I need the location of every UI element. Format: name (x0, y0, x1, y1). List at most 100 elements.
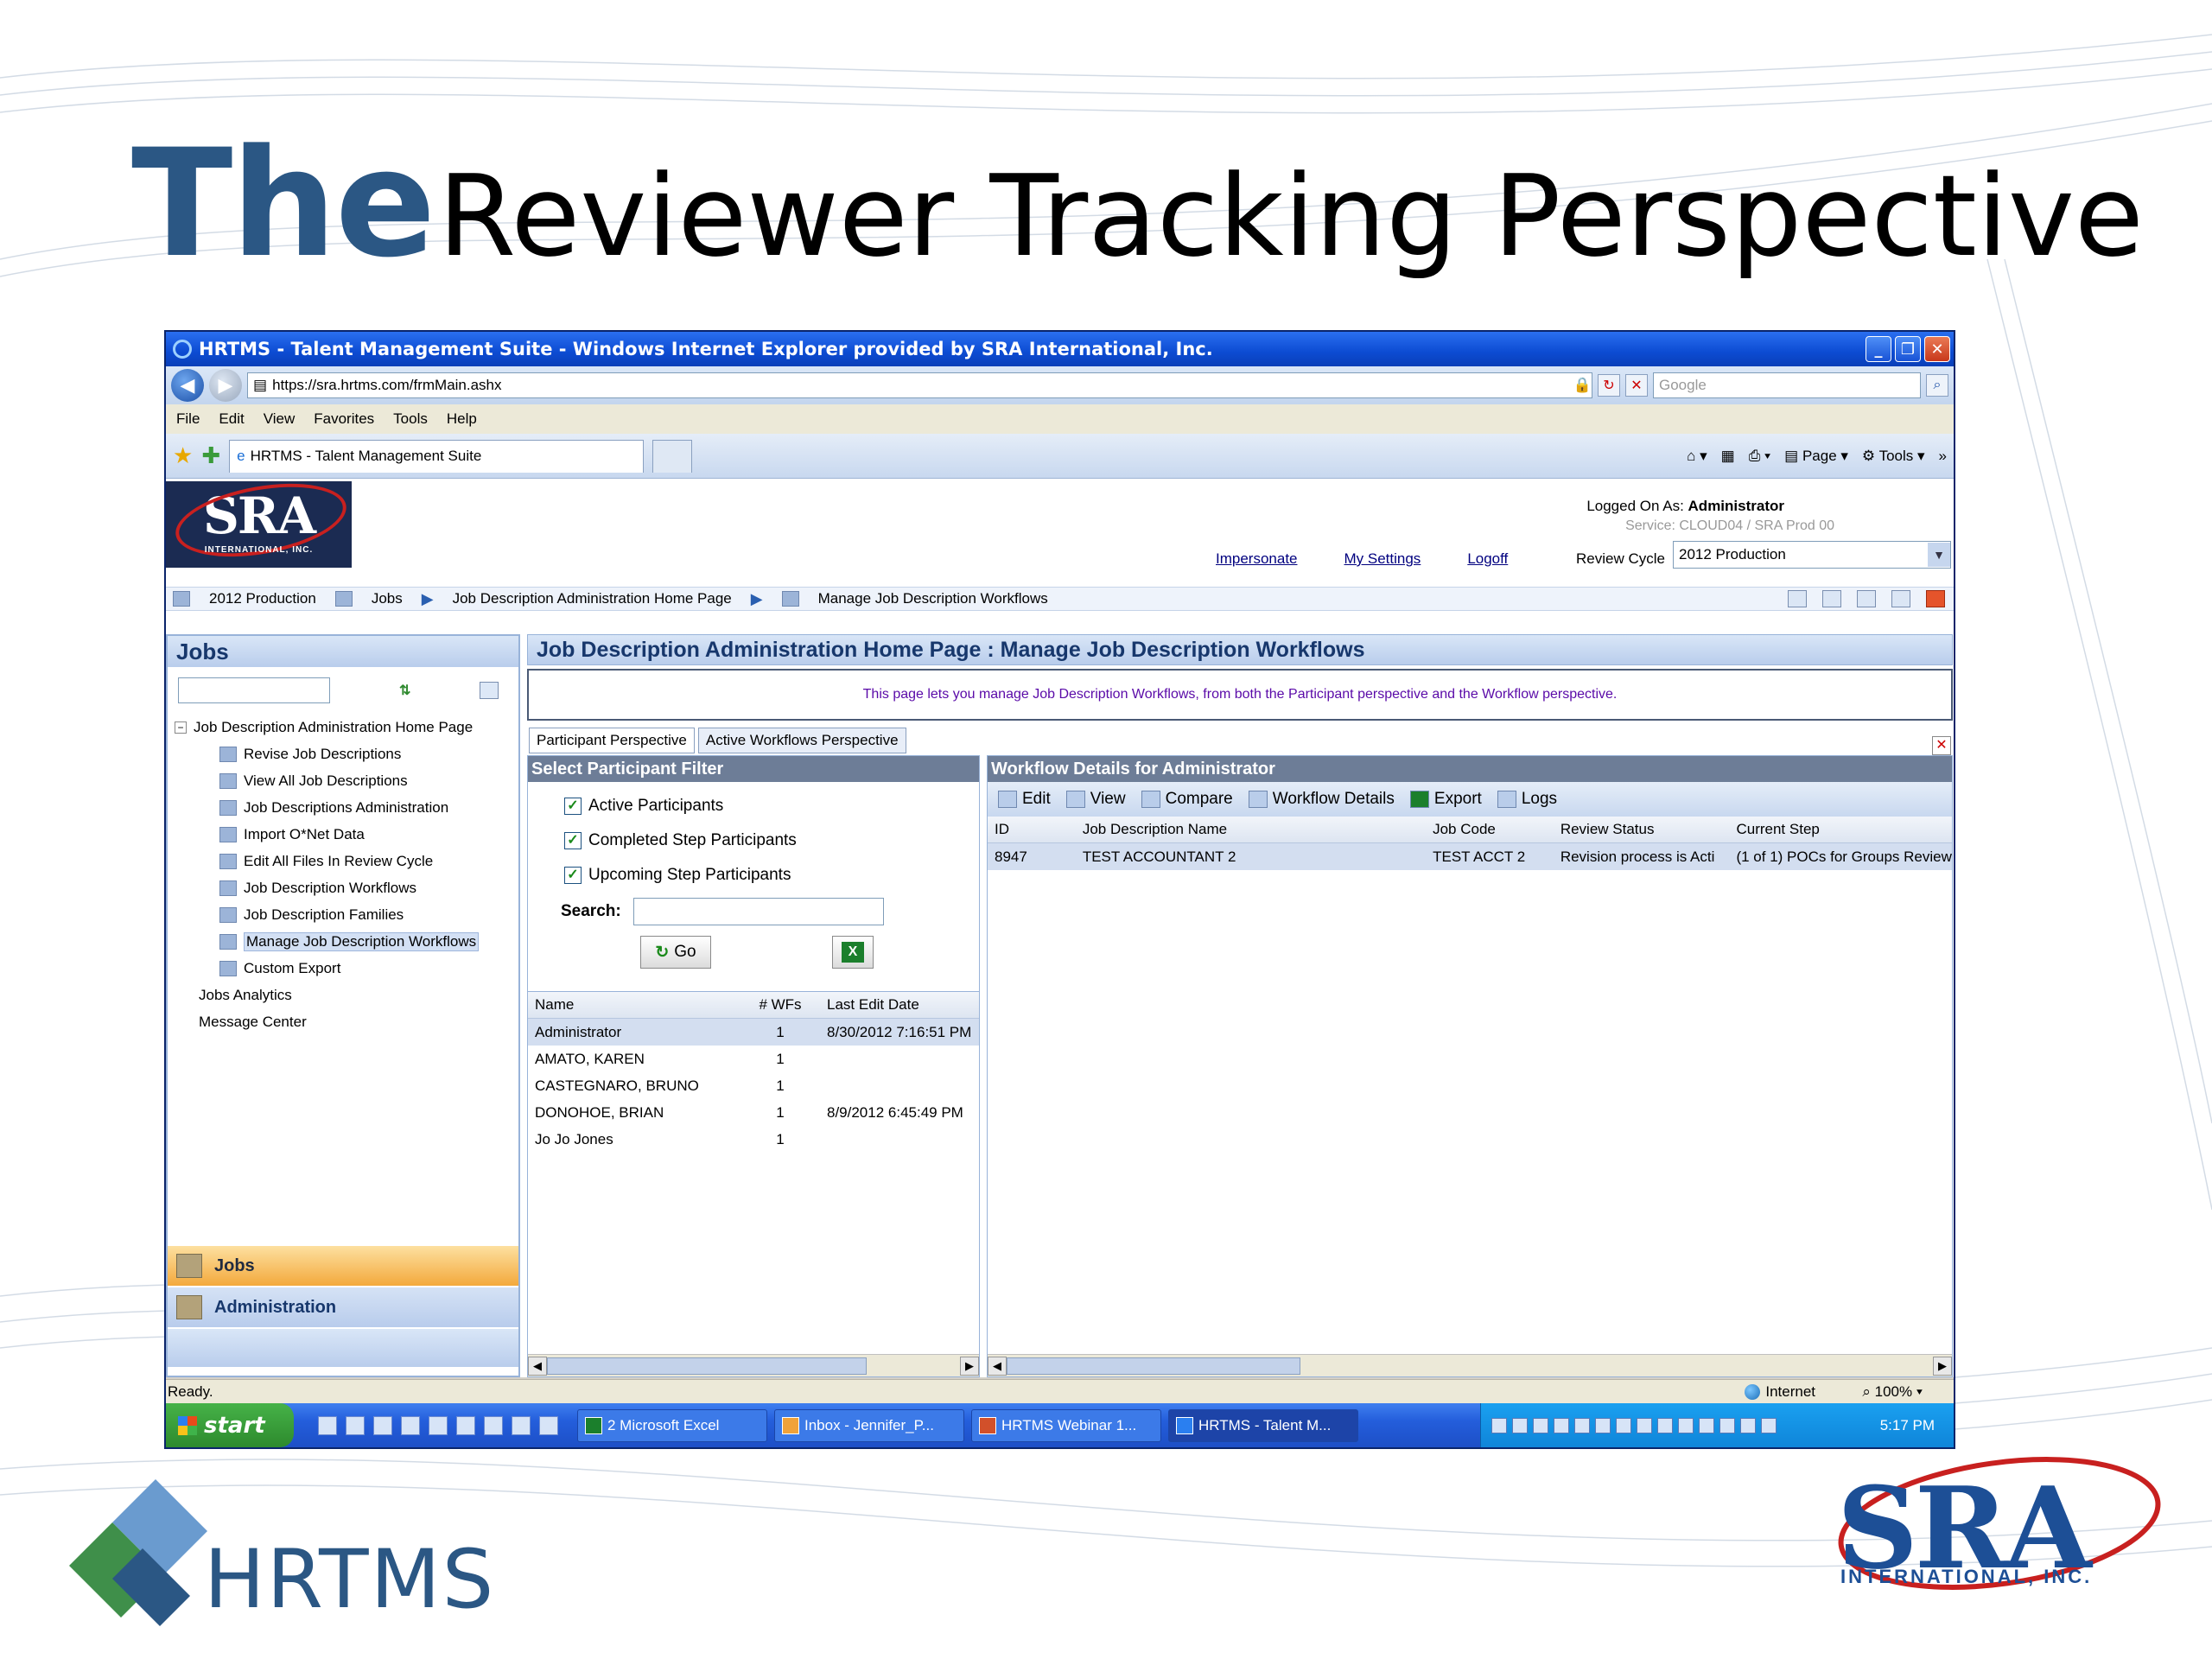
scroll-thumb[interactable] (1007, 1357, 1300, 1375)
tray-icon[interactable] (1678, 1417, 1694, 1433)
url-field[interactable]: ▤ https://sra.hrtms.com/frmMain.ashx 🔒 (247, 372, 1592, 398)
export-button[interactable]: Export (1409, 790, 1482, 809)
panel-icon[interactable] (480, 682, 499, 699)
quicklaunch-icon[interactable] (539, 1415, 558, 1435)
column-header-last-edit[interactable]: Last Edit Date (817, 996, 979, 1014)
quicklaunch-icon[interactable] (318, 1415, 337, 1435)
tree-item[interactable]: Edit All Files In Review Cycle (175, 848, 518, 874)
horizontal-scrollbar[interactable]: ◀ ▶ (528, 1354, 979, 1376)
quicklaunch-icon[interactable] (346, 1415, 365, 1435)
menu-file[interactable]: File (176, 410, 200, 428)
compare-button[interactable]: Compare (1141, 790, 1233, 809)
column-header-review-status[interactable]: Review Status (1555, 821, 1732, 838)
table-row[interactable]: DONOHOE, BRIAN 1 8/9/2012 6:45:49 PM (528, 1099, 979, 1126)
new-tab-button[interactable] (652, 439, 693, 473)
start-button[interactable]: start (166, 1403, 294, 1447)
tray-icon[interactable] (1491, 1417, 1507, 1433)
column-header-id[interactable]: ID (988, 821, 1074, 838)
restore-button[interactable]: ❐ (1895, 336, 1921, 362)
tree-item[interactable]: Job Description Workflows (175, 874, 518, 901)
table-row[interactable]: Administrator 1 8/30/2012 7:16:51 PM (528, 1019, 979, 1046)
favorites-star-icon[interactable]: ★ (173, 442, 193, 469)
tray-icon[interactable] (1616, 1417, 1631, 1433)
quicklaunch-icon[interactable] (484, 1415, 503, 1435)
tray-icon[interactable] (1512, 1417, 1528, 1433)
tree-item[interactable]: Job Description Families (175, 901, 518, 928)
tray-icon[interactable] (1719, 1417, 1735, 1433)
clock[interactable]: 5:17 PM (1880, 1417, 1935, 1434)
tools-menu[interactable]: ⚙ Tools ▾ (1862, 448, 1925, 465)
scroll-right-icon[interactable]: ▶ (1933, 1356, 1952, 1376)
tray-icon[interactable] (1574, 1417, 1590, 1433)
taskbar-powerpoint[interactable]: HRTMS Webinar 1... (971, 1408, 1161, 1442)
tree-item[interactable]: View All Job Descriptions (175, 767, 518, 794)
go-button[interactable]: ↻ Go (640, 936, 711, 969)
close-icon[interactable]: ✕ (1932, 736, 1951, 755)
tab-active-workflows-perspective[interactable]: Active Workflows Perspective (697, 728, 906, 753)
impersonate-link[interactable]: Impersonate (1216, 550, 1298, 568)
participant-search-input[interactable] (632, 898, 884, 925)
menu-view[interactable]: View (264, 410, 296, 428)
table-row[interactable]: CASTEGNARO, BRUNO 1 (528, 1072, 979, 1099)
breadcrumb-jobs[interactable]: Jobs (372, 590, 403, 607)
view-button[interactable]: View (1065, 790, 1126, 809)
nav-jobs[interactable]: Jobs (168, 1246, 518, 1287)
logoff-link[interactable]: Logoff (1467, 550, 1508, 568)
tray-icon[interactable] (1595, 1417, 1611, 1433)
menu-edit[interactable]: Edit (219, 410, 244, 428)
refresh-icon[interactable]: ↻ (1598, 374, 1620, 397)
table-row[interactable]: AMATO, KAREN 1 (528, 1046, 979, 1072)
tree-item[interactable]: Custom Export (175, 955, 518, 982)
forward-button[interactable]: ▶ (209, 369, 242, 402)
feeds-icon[interactable]: ▦ (1721, 448, 1735, 465)
quicklaunch-icon[interactable] (429, 1415, 448, 1435)
completed-step-checkbox[interactable]: ✓ Completed Step Participants (564, 823, 979, 858)
column-header-job-name[interactable]: Job Description Name (1074, 821, 1427, 838)
search-input[interactable]: Google (1653, 372, 1921, 398)
tree-item-analytics[interactable]: Jobs Analytics (175, 982, 518, 1008)
home-icon[interactable]: ⌂ ▾ (1687, 448, 1707, 465)
scroll-left-icon[interactable]: ◀ (988, 1356, 1007, 1376)
tray-icon[interactable] (1657, 1417, 1673, 1433)
quicklaunch-icon[interactable] (373, 1415, 392, 1435)
tray-icon[interactable] (1699, 1417, 1714, 1433)
menu-help[interactable]: Help (447, 410, 477, 428)
tree-item[interactable]: Job Descriptions Administration (175, 794, 518, 821)
workflow-details-button[interactable]: Workflow Details (1248, 790, 1395, 809)
export-icon[interactable] (1822, 590, 1841, 607)
tray-icon[interactable] (1554, 1417, 1569, 1433)
tree-item-selected[interactable]: Manage Job Description Workflows (175, 928, 518, 955)
menu-favorites[interactable]: Favorites (314, 410, 374, 428)
tray-icon[interactable] (1740, 1417, 1756, 1433)
minimize-button[interactable]: _ (1866, 336, 1891, 362)
add-favorite-icon[interactable]: ✚ (201, 442, 220, 469)
power-icon[interactable] (1926, 590, 1945, 607)
quicklaunch-icon[interactable] (512, 1415, 531, 1435)
taskbar-excel[interactable]: 2 Microsoft Excel (577, 1408, 767, 1442)
settings-icon[interactable] (1857, 590, 1876, 607)
excel-export-button[interactable]: X (832, 936, 874, 969)
tree-item[interactable]: Revise Job Descriptions (175, 741, 518, 767)
tray-icon[interactable] (1637, 1417, 1652, 1433)
stop-icon[interactable]: ✕ (1625, 374, 1648, 397)
column-header-wfs[interactable]: # WFs (744, 996, 817, 1014)
tree-root[interactable]: − Job Description Administration Home Pa… (175, 714, 518, 741)
scroll-thumb[interactable] (547, 1357, 867, 1375)
scroll-left-icon[interactable]: ◀ (528, 1356, 547, 1376)
left-search-input[interactable] (178, 677, 330, 703)
breadcrumb-home[interactable]: Job Description Administration Home Page (453, 590, 732, 607)
search-icon[interactable]: ⌕ (1926, 374, 1948, 397)
menu-tools[interactable]: Tools (393, 410, 428, 428)
column-header-current-step[interactable]: Current Step (1731, 821, 1952, 838)
quicklaunch-icon[interactable] (401, 1415, 420, 1435)
close-button[interactable]: ✕ (1924, 336, 1950, 362)
scroll-right-icon[interactable]: ▶ (960, 1356, 979, 1376)
chevron-right-icon[interactable]: » (1939, 448, 1947, 465)
breadcrumb-cycle[interactable]: 2012 Production (209, 590, 316, 607)
refresh-icon[interactable]: ⇅ (399, 682, 410, 699)
column-header-name[interactable]: Name (528, 996, 744, 1014)
collapse-icon[interactable]: − (175, 721, 187, 734)
back-button[interactable]: ◀ (171, 369, 204, 402)
tray-icon[interactable] (1533, 1417, 1548, 1433)
window-icon[interactable] (1788, 590, 1807, 607)
